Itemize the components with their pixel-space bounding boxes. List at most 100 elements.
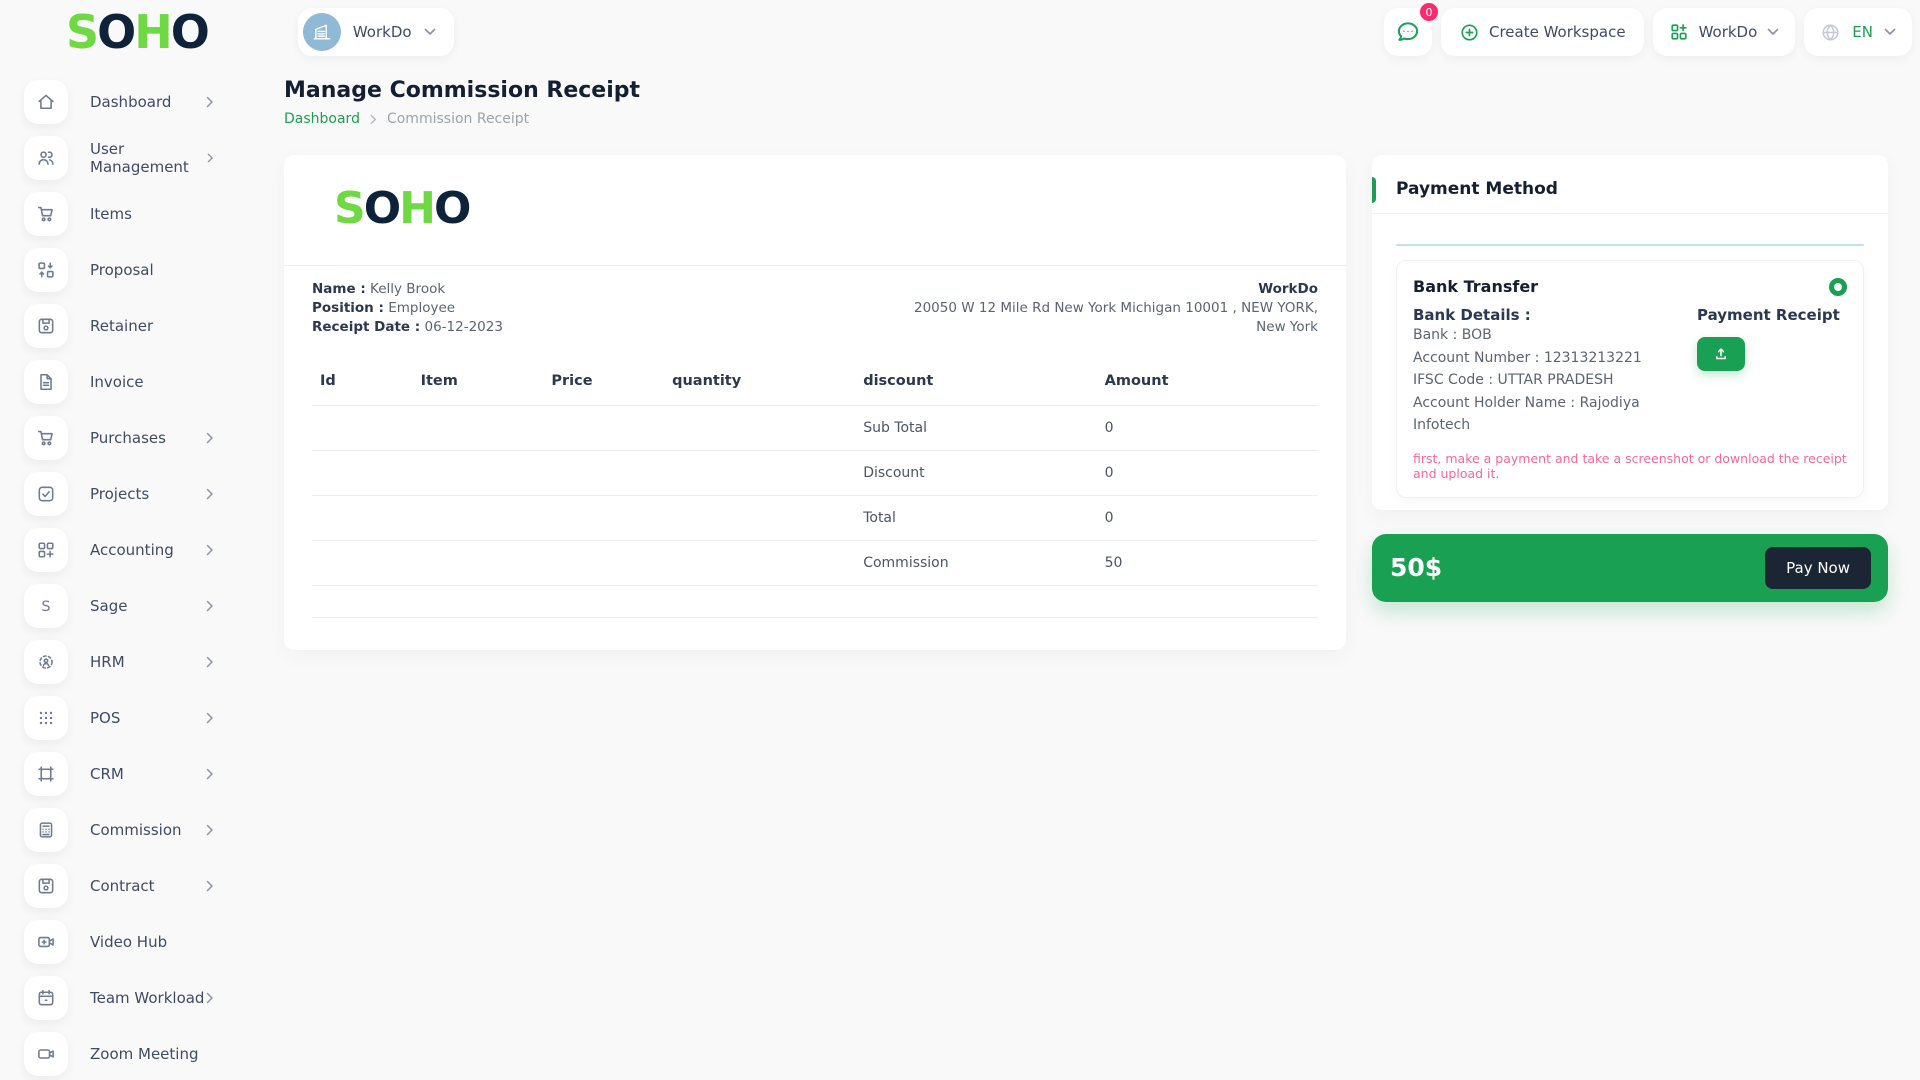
receipt-company-info: WorkDo 20050 W 12 Mile Rd New York Michi… (914, 280, 1318, 337)
sidebar-item-video-hub[interactable]: Video Hub (24, 914, 250, 970)
receipt-items-table: Id Item Price quantity discount Amount S… (312, 363, 1318, 618)
box-arrows-icon (24, 752, 68, 796)
logo-letter: H (134, 5, 171, 59)
sidebar-item-accounting[interactable]: Accounting (24, 522, 250, 578)
logo-letter: O (434, 183, 469, 234)
workspace-dropdown[interactable]: WorkDo (1653, 8, 1796, 56)
company-address-line2: New York (914, 318, 1318, 337)
workspace-selector-label: WorkDo (353, 23, 412, 41)
subtotal-value: 0 (1097, 406, 1318, 451)
sidebar-item-label: Commission (90, 821, 182, 839)
video-icon (24, 1032, 68, 1076)
sidebar-item-team-workload[interactable]: Team Workload (24, 970, 250, 1026)
cart-icon (24, 192, 68, 236)
payment-column: Payment Method Bank Transfer Bank Detail… (1372, 155, 1888, 602)
receipt-date-label: Receipt Date : (312, 319, 420, 335)
table-header-row: Id Item Price quantity discount Amount (312, 363, 1318, 406)
column-header-amount: Amount (1097, 363, 1318, 406)
chevron-down-icon (1767, 28, 1779, 36)
messages-button[interactable]: 0 (1384, 8, 1432, 56)
sidebar-item-label: CRM (90, 765, 124, 783)
receipt-date-value: 06-12-2023 (424, 319, 502, 335)
name-value: Kelly Brook (370, 281, 445, 297)
messages-badge: 0 (1418, 1, 1440, 23)
sidebar-item-label: Contract (90, 877, 155, 895)
main-content: Manage Commission Receipt Dashboard Comm… (250, 64, 1920, 1080)
sidebar-item-label: Accounting (90, 541, 174, 559)
chevron-right-icon (206, 768, 214, 780)
bank-line: Account Holder Name : Rajodiya Infotech (1413, 392, 1697, 437)
sidebar-item-label: Items (90, 205, 132, 223)
top-bar: SOHO WorkDo 0 Create Workspace (0, 0, 1920, 64)
language-label: EN (1852, 23, 1873, 41)
sidebar-item-label: Invoice (90, 373, 144, 391)
letter-s-icon: S (24, 584, 68, 628)
check-square-icon (24, 472, 68, 516)
sidebar-item-crm[interactable]: CRM (24, 746, 250, 802)
chevron-right-icon (206, 824, 214, 836)
chevron-right-icon (206, 992, 214, 1004)
receipt-logo: SOHO (334, 187, 1318, 231)
workspace-selector[interactable]: WorkDo (298, 8, 454, 56)
building-icon (311, 21, 333, 43)
sidebar-item-user-management[interactable]: User Management (24, 130, 250, 186)
column-header-price: Price (543, 363, 664, 406)
chevron-right-icon (207, 152, 214, 164)
chevron-right-icon (206, 544, 214, 556)
upload-receipt-button[interactable] (1697, 337, 1745, 371)
save-icon (24, 864, 68, 908)
payment-receipt-label: Payment Receipt (1697, 306, 1847, 324)
chevron-right-icon (206, 880, 214, 892)
sidebar-item-dashboard[interactable]: Dashboard (24, 74, 250, 130)
save-icon (24, 304, 68, 348)
bank-details-label: Bank Details : (1413, 306, 1697, 324)
table-row: Commission 50 (312, 541, 1318, 586)
discount-label: Discount (855, 451, 1096, 496)
swap-grid-icon (24, 248, 68, 292)
sidebar-item-sage[interactable]: S Sage (24, 578, 250, 634)
chevron-right-icon (206, 656, 214, 668)
logo-letter: O (171, 5, 208, 59)
tab-indicator (1396, 244, 1864, 246)
create-workspace-button[interactable]: Create Workspace (1441, 8, 1644, 56)
logo-letter: S (66, 5, 97, 59)
breadcrumb-current: Commission Receipt (387, 111, 529, 127)
sidebar-item-label: POS (90, 709, 120, 727)
column-header-discount: discount (855, 363, 1096, 406)
sidebar-item-label: Purchases (90, 429, 166, 447)
language-selector[interactable]: EN (1804, 8, 1912, 56)
sidebar-item-commission[interactable]: Commission (24, 802, 250, 858)
breadcrumb-dashboard-link[interactable]: Dashboard (284, 111, 360, 127)
bank-transfer-radio[interactable] (1829, 278, 1847, 296)
workspace-avatar (303, 13, 341, 51)
sidebar-item-hrm[interactable]: HRM (24, 634, 250, 690)
table-row: Total 0 (312, 496, 1318, 541)
bank-details: Bank Details : Bank : BOB Account Number… (1413, 306, 1697, 437)
sidebar-item-invoice[interactable]: Invoice (24, 354, 250, 410)
payment-note: first, make a payment and take a screens… (1413, 451, 1847, 481)
sidebar-item-contract[interactable]: Contract (24, 858, 250, 914)
column-header-item: Item (413, 363, 544, 406)
sidebar-item-projects[interactable]: Projects (24, 466, 250, 522)
pay-now-button[interactable]: Pay Now (1765, 547, 1871, 589)
page-title: Manage Commission Receipt (284, 78, 1888, 103)
bank-transfer-option: Bank Transfer Bank Details : Bank : BOB … (1396, 260, 1864, 498)
sidebar: Dashboard User Management Items Proposal… (0, 64, 250, 1080)
sidebar-item-retainer[interactable]: Retainer (24, 298, 250, 354)
calendar-icon (24, 976, 68, 1020)
sidebar-item-zoom-meeting[interactable]: Zoom Meeting (24, 1026, 250, 1080)
logo-letter: S (334, 183, 364, 234)
commission-value: 50 (1097, 541, 1318, 586)
sidebar-item-proposal[interactable]: Proposal (24, 242, 250, 298)
sidebar-item-pos[interactable]: POS (24, 690, 250, 746)
sidebar-item-purchases[interactable]: Purchases (24, 410, 250, 466)
payable-amount: 50$ (1390, 553, 1442, 582)
dots-grid-icon (24, 696, 68, 740)
sidebar-item-items[interactable]: Items (24, 186, 250, 242)
breadcrumb: Dashboard Commission Receipt (284, 111, 1888, 127)
grid-plus-icon (1669, 22, 1689, 42)
chevron-right-icon (206, 600, 214, 612)
sidebar-item-label: Sage (90, 597, 127, 615)
grid-plus-icon (24, 528, 68, 572)
cart-icon (24, 416, 68, 460)
